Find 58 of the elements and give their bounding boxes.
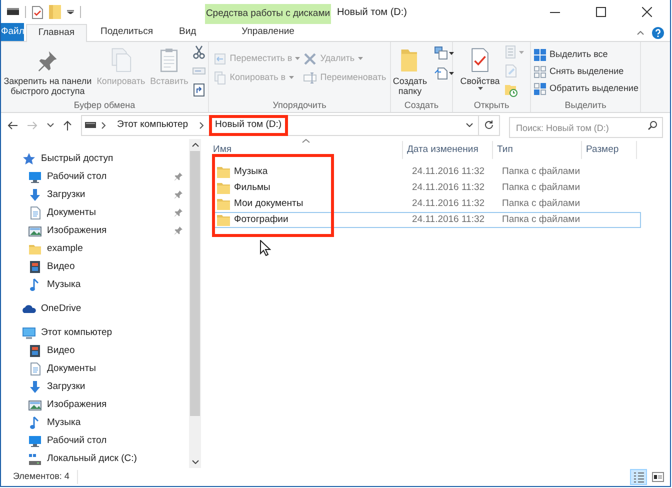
ribbon-button[interactable]: Снять выделение: [532, 63, 638, 80]
nav-item[interactable]: Рабочий стол: [1, 432, 189, 450]
ribbon-button[interactable]: Обратить выделение: [532, 80, 638, 97]
column-header[interactable]: Тип: [493, 140, 582, 159]
date-cell-text: 24.11.2016 11:32: [411, 212, 486, 227]
nav-item[interactable]: Видео: [1, 258, 189, 276]
date-cell-text: 24.11.2016 11:32: [411, 196, 486, 211]
nav-item[interactable]: example: [1, 240, 189, 258]
type-cell-text: Папка с файлами: [501, 180, 582, 195]
type-cell-text: Папка с файлами: [501, 196, 582, 211]
ribbon-button[interactable]: Свойства: [459, 43, 501, 90]
file-name: Мои документы: [234, 196, 304, 211]
context-tab-group-label: Средства работы с дисками: [205, 4, 331, 24]
window-title: Новый том (D:): [337, 6, 407, 20]
nav-item[interactable]: Локальный диск (C:): [1, 450, 189, 468]
address-field[interactable]: Этот компьютер Новый том (D:): [81, 114, 500, 136]
group-label: Открыть: [474, 99, 510, 112]
nav-item[interactable]: Рабочий стол: [1, 168, 189, 186]
breadcrumb-item[interactable]: Этот компьютер: [111, 114, 194, 136]
ribbon-tab[interactable]: Файл: [1, 23, 24, 41]
breadcrumb-item[interactable]: Новый том (D:): [209, 114, 288, 136]
file-row[interactable]: Фотографии 24.11.2016 11:32 Папка с файлами: [213, 212, 641, 228]
group-label: Выделить: [564, 99, 606, 112]
group-label: Буфер обмена: [74, 99, 136, 112]
ribbon-button[interactable]: Закрепить на панели быстрого доступа: [2, 43, 93, 96]
ribbon-button[interactable]: Создать папку: [389, 43, 431, 96]
nav-item[interactable]: Быстрый доступ: [1, 150, 189, 168]
nav-item[interactable]: Загрузки: [1, 186, 189, 204]
date-cell-text: 24.11.2016 11:32: [411, 180, 486, 195]
nav-item[interactable]: Документы: [1, 360, 189, 378]
column-header[interactable]: Дата изменения: [403, 140, 493, 159]
nav-item[interactable]: Видео: [1, 342, 189, 360]
group-label: Создать: [404, 99, 439, 112]
column-header[interactable]: Имя: [209, 140, 403, 159]
nav-item[interactable]: Изображения: [1, 396, 189, 414]
type-cell-text: Папка с файлами: [501, 212, 582, 227]
file-row[interactable]: Мои документы 24.11.2016 11:32 Папка с файлами: [213, 196, 641, 212]
file-name: Фотографии: [234, 212, 288, 227]
column-header[interactable]: Размер: [582, 140, 637, 159]
file-name: Музыка: [234, 164, 268, 179]
file-row[interactable]: Фильмы 24.11.2016 11:32 Папка с файлами: [213, 180, 641, 196]
date-cell-text: 24.11.2016 11:32: [411, 164, 486, 179]
nav-item[interactable]: Загрузки: [1, 378, 189, 396]
nav-item[interactable]: Этот компьютер: [1, 324, 189, 342]
nav-item[interactable]: OneDrive: [1, 300, 189, 318]
nav-item[interactable]: Музыка: [1, 414, 189, 432]
search-field[interactable]: Поиск: Новый том (D:): [509, 117, 663, 138]
file-row[interactable]: Музыка 24.11.2016 11:32 Папка с файлами: [213, 164, 641, 180]
nav-item[interactable]: Документы: [1, 204, 189, 222]
group-label: Упорядочить: [272, 99, 326, 112]
ribbon-button[interactable]: Выделить все: [532, 46, 638, 63]
ribbon-tab[interactable]: Главная: [26, 24, 87, 42]
nav-item[interactable]: Музыка: [1, 276, 189, 294]
file-name: Фильмы: [234, 180, 270, 195]
status-text: Элементов: 4: [1, 470, 78, 484]
type-cell-text: Папка с файлами: [501, 164, 582, 179]
ribbon-tab[interactable]: Поделиться: [88, 23, 165, 41]
nav-item[interactable]: Изображения: [1, 222, 189, 240]
